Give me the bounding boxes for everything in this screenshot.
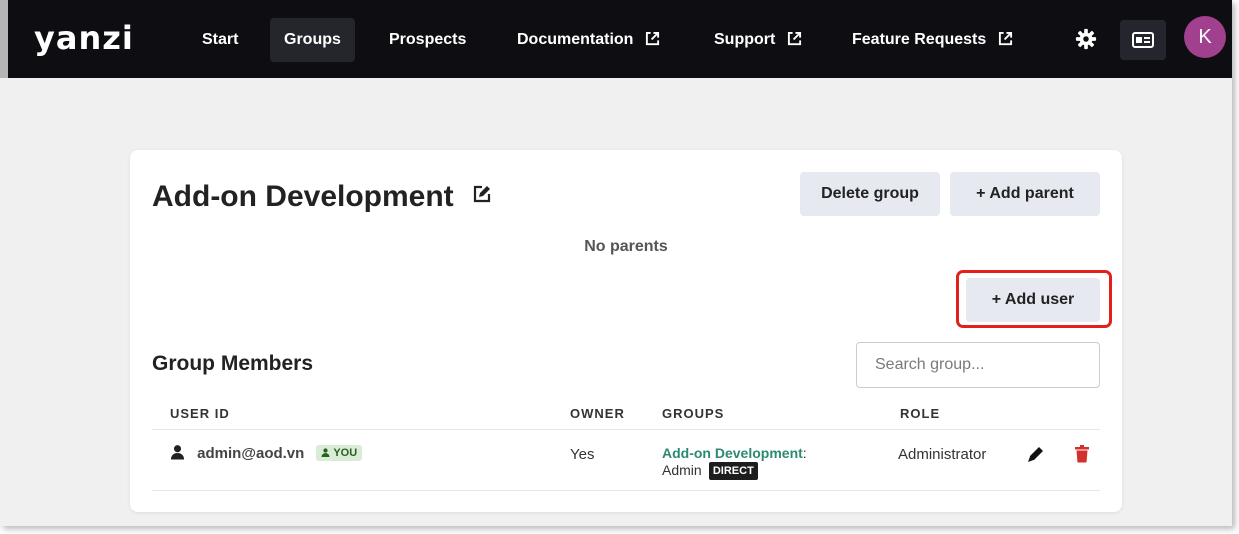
nav-label: Groups — [284, 31, 341, 48]
group-separator: : — [802, 445, 807, 461]
group-title-text: Add-on Development — [152, 180, 454, 213]
column-header-groups: GROUPS — [662, 406, 725, 421]
you-badge-label: YOU — [333, 447, 358, 459]
delete-group-button[interactable]: Delete group — [800, 172, 940, 216]
external-link-icon — [645, 31, 659, 46]
role-value: Administrator — [898, 446, 987, 463]
group-members-heading: Group Members — [152, 352, 314, 375]
search-group-input[interactable] — [856, 342, 1100, 388]
user-icon — [170, 445, 185, 460]
nav-label: Documentation — [517, 31, 634, 48]
table-row-user-id: admin@aod.vn YOU — [170, 444, 363, 462]
add-user-button[interactable]: + Add user — [966, 278, 1100, 322]
header-divider — [152, 429, 1100, 430]
you-badge: YOU — [316, 445, 363, 461]
user-icon — [322, 448, 330, 457]
add-parent-button[interactable]: + Add parent — [950, 172, 1100, 216]
external-link-icon — [787, 31, 801, 46]
group-link[interactable]: Add-on Development — [662, 445, 803, 461]
user-email: admin@aod.vn — [197, 445, 305, 462]
nav-item-feature-requests[interactable]: Feature Requests — [838, 18, 1027, 62]
id-card-button[interactable] — [1120, 20, 1166, 60]
column-header-role: ROLE — [900, 406, 941, 421]
group-role-text: Admin — [662, 462, 702, 478]
column-header-owner: OWNER — [570, 406, 625, 421]
app-window: yanzi Start Groups Prospects Documentati… — [0, 0, 1232, 526]
edit-icon[interactable] — [472, 184, 492, 204]
group-membership-cell: Add-on Development: Admin DIRECT — [662, 445, 807, 480]
top-navigation: yanzi Start Groups Prospects Documentati… — [0, 0, 1232, 78]
nav-item-groups[interactable]: Groups — [270, 18, 355, 62]
yanzi-logo[interactable]: yanzi — [34, 18, 134, 58]
owner-value: Yes — [570, 446, 595, 463]
nav-label: Feature Requests — [852, 31, 987, 48]
no-parents-text: No parents — [584, 238, 668, 255]
nav-item-prospects[interactable]: Prospects — [375, 18, 480, 62]
nav-label: Prospects — [389, 31, 467, 48]
row-divider — [152, 490, 1100, 491]
group-panel: Add-on Development Delete group + Add pa… — [130, 150, 1122, 512]
page-title: Add-on Development — [152, 180, 492, 214]
nav-item-start[interactable]: Start — [188, 18, 252, 62]
user-avatar[interactable]: K — [1184, 16, 1226, 58]
column-header-user-id: USER ID — [170, 406, 230, 421]
gear-icon[interactable] — [1075, 28, 1097, 50]
id-card-icon — [1132, 32, 1154, 48]
nav-item-support[interactable]: Support — [700, 18, 816, 62]
trash-icon[interactable] — [1072, 444, 1092, 464]
nav-label: Support — [714, 31, 776, 48]
external-link-icon — [998, 31, 1012, 46]
nav-item-documentation[interactable]: Documentation — [503, 18, 674, 62]
nav-label: Start — [202, 31, 239, 48]
direct-badge: DIRECT — [708, 462, 758, 480]
pencil-icon[interactable] — [1026, 444, 1046, 464]
